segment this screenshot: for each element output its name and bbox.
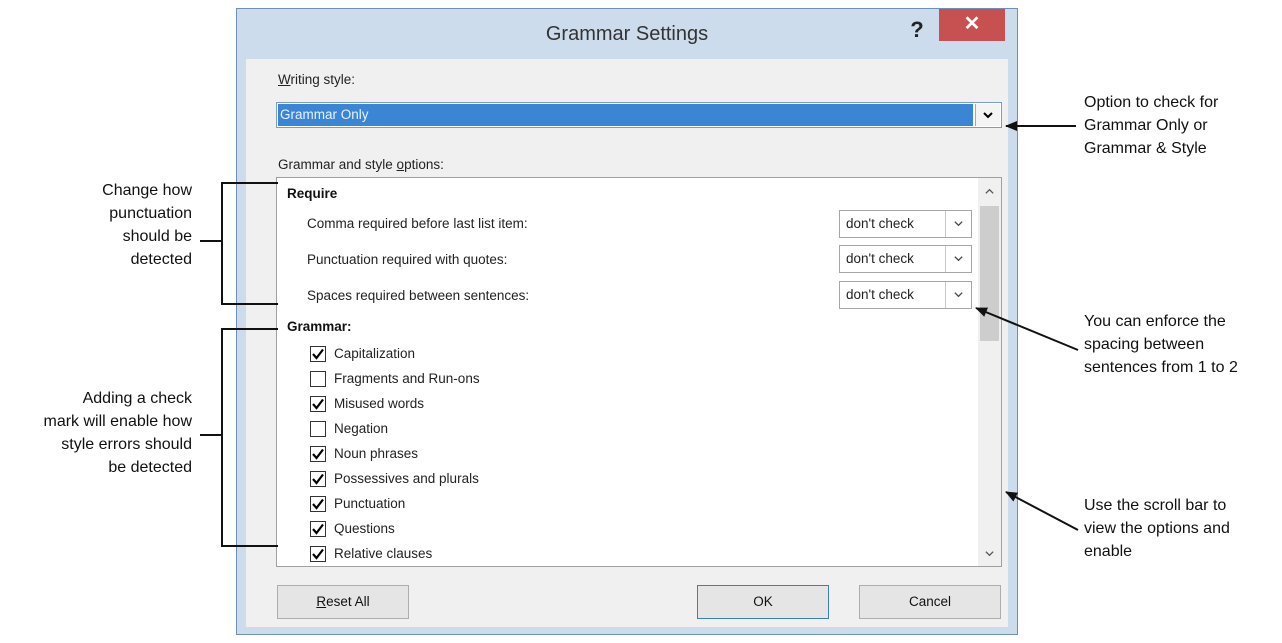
annotation-leader-lines [200,121,1079,547]
arrow-spacing [975,307,1079,351]
bracket-punctuation [221,182,278,305]
bracket-check-mark [221,328,278,547]
arrow-scroll-bar [1005,491,1079,531]
